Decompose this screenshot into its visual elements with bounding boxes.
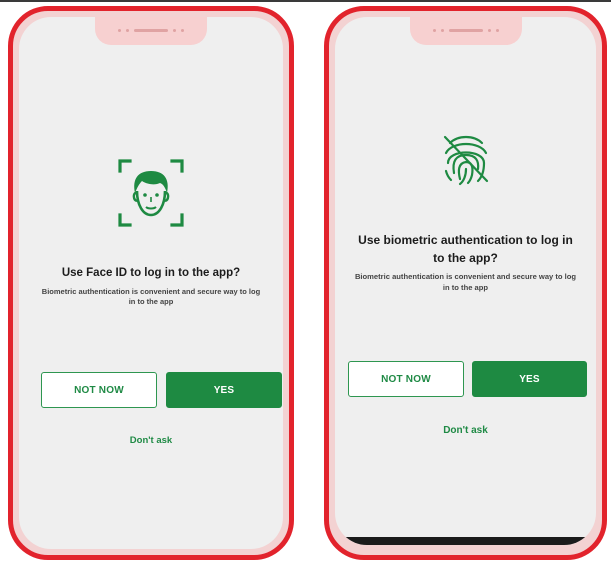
- biometric-prompt-screen: Use biometric authentication to log in t…: [335, 17, 596, 545]
- screen-bottom-edge: [335, 537, 596, 545]
- notch-dot: [487, 28, 491, 32]
- notch-dot: [440, 28, 444, 32]
- prompt-title: Use Face ID to log in to the app?: [61, 267, 241, 279]
- notch-dot: [495, 28, 499, 32]
- notch-dot: [181, 28, 184, 32]
- phone-notch: [409, 17, 522, 45]
- notch-dot: [432, 28, 436, 32]
- face-id-icon: [118, 159, 184, 232]
- mockup-stage: Use Face ID to log in to the app? Biomet…: [0, 0, 611, 566]
- face-id-prompt-screen: Use Face ID to log in to the app? Biomet…: [19, 17, 283, 549]
- prompt-description: Biometric authentication is convenient a…: [354, 272, 577, 292]
- notch-dot: [126, 28, 129, 32]
- yes-button[interactable]: YES: [166, 372, 282, 408]
- notch-dot: [173, 28, 176, 32]
- notch-speaker: [134, 28, 168, 32]
- prompt-title: Use biometric authentication to log in t…: [358, 233, 573, 265]
- phone-frame-face-id: Use Face ID to log in to the app? Biomet…: [8, 6, 294, 560]
- not-now-button[interactable]: NOT NOW: [348, 361, 464, 397]
- phone-frame-biometric: Use biometric authentication to log in t…: [324, 6, 607, 560]
- dont-ask-link[interactable]: Don't ask: [335, 425, 596, 436]
- notch-speaker: [448, 28, 483, 32]
- phone-notch: [95, 17, 207, 45]
- prompt-description: Biometric authentication is convenient a…: [41, 287, 261, 306]
- fingerprint-off-icon: [438, 131, 494, 192]
- yes-button[interactable]: YES: [472, 361, 587, 397]
- dont-ask-link[interactable]: Don't ask: [19, 435, 283, 446]
- not-now-button[interactable]: NOT NOW: [41, 372, 157, 408]
- notch-dot: [118, 28, 121, 32]
